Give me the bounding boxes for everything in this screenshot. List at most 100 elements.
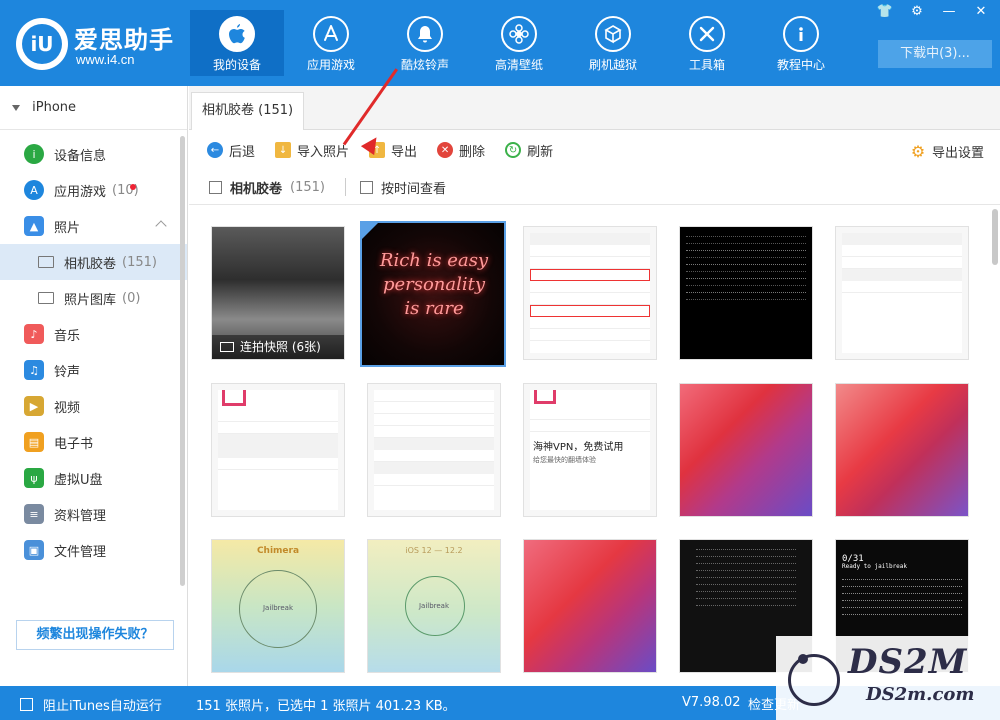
photo-thumb-terminal-log[interactable] (679, 226, 813, 360)
photo-thumb-settings-screenshot[interactable] (523, 226, 657, 360)
photo-thumb-wallpaper-1[interactable] (679, 383, 813, 517)
caret-down-icon (12, 104, 20, 111)
back-button[interactable]: ← 后退 (207, 141, 255, 160)
burst-caption: 连拍快照 (6张) (212, 335, 344, 359)
burst-icon (220, 342, 234, 352)
photo-thumb-wallpaper-2[interactable] (835, 383, 969, 517)
download-button[interactable]: 下载中(3)... (878, 40, 992, 68)
photo-thumb-burst[interactable]: 连拍快照 (6张) (211, 226, 345, 360)
watermark-title: DS2M (848, 642, 968, 682)
selected-check-icon (362, 223, 378, 239)
sidebar-item-file-management[interactable]: ▣ 文件管理 (0, 532, 187, 568)
jailbreak-label-1: Jailbreak (262, 604, 294, 612)
refresh-button[interactable]: ↻ 刷新 (505, 141, 553, 160)
photo-thumb-vpn-ad[interactable]: 海神VPN，免费试用 给您最快的翻墙体验 (523, 383, 657, 517)
chimera-title: Chimera (256, 546, 300, 556)
logo-mark-icon: iU (16, 18, 68, 70)
nav-flash-jailbreak[interactable]: 刷机越狱 (566, 10, 660, 76)
block-itunes-toggle[interactable]: 阻止iTunes自动运行 (20, 695, 162, 714)
photo-thumb-neon[interactable]: Rich is easy personality is rare (360, 221, 506, 367)
chevron-up-icon (155, 220, 167, 232)
usb-icon: ψ (24, 468, 44, 488)
sidebar-item-photos[interactable]: ▲ 照片 (0, 208, 187, 244)
nav-ringtones[interactable]: 酷炫铃声 (378, 10, 472, 76)
settings-icon[interactable]: ⚙ (904, 2, 930, 22)
photo-thumb-package-screenshot[interactable] (211, 383, 345, 517)
book-icon: ▤ (24, 432, 44, 452)
photo-thumb-jailbreak-app[interactable]: iOS 12 — 12.2 Jailbreak (367, 539, 501, 673)
sidebar-item-music[interactable]: ♪ 音乐 (0, 316, 187, 352)
document-icon: ≡ (24, 504, 44, 524)
tab-bar: 相机胶卷 (151) (189, 86, 1000, 130)
import-icon: ↓ (275, 142, 292, 158)
refresh-icon: ↻ (505, 142, 522, 158)
skin-icon[interactable]: 👕 (872, 2, 898, 22)
album-icon (38, 256, 54, 268)
apple-icon (219, 16, 255, 52)
nav-apps-games[interactable]: 应用游戏 (284, 10, 378, 76)
window-controls: 👕 ⚙ — ✕ (872, 2, 994, 22)
help-button[interactable]: 频繁出现操作失败？ (16, 620, 174, 650)
app-name: 爱思助手 (74, 26, 174, 54)
app-header: iU 爱思助手 www.i4.cn 我的设备 应用游戏 酷炫铃声 高清壁纸 刷机… (0, 0, 1000, 86)
sidebar-item-ringtones[interactable]: ♫ 铃声 (0, 352, 187, 388)
neon-text: Rich is easy personality is rare (379, 250, 489, 319)
delete-button[interactable]: ✕ 删除 (437, 141, 485, 160)
sidebar-item-data-management[interactable]: ≡ 资料管理 (0, 496, 187, 532)
photo-thumb-chimera[interactable]: Chimera Jailbreak (211, 539, 345, 673)
photo-thumb-developer-screenshot[interactable] (367, 383, 501, 517)
block-itunes-checkbox[interactable] (20, 698, 33, 711)
sidebar-item-photo-library[interactable]: 照片图库 (0) (0, 280, 187, 316)
by-time-checkbox[interactable] (359, 180, 373, 194)
photo-thumb-cydia-screenshot[interactable] (835, 226, 969, 360)
app-logo: iU 爱思助手 www.i4.cn (14, 14, 184, 74)
nav-wallpapers[interactable]: 高清壁纸 (472, 10, 566, 76)
folder-icon: ▣ (24, 540, 44, 560)
version-label: V7.98.02 (682, 695, 741, 710)
jailbreak-label-2: Jailbreak (418, 602, 450, 610)
nav-my-device[interactable]: 我的设备 (190, 10, 284, 76)
sidebar-item-virtual-usb[interactable]: ψ 虚拟U盘 (0, 460, 187, 496)
export-settings-button[interactable]: ⚙ 导出设置 (909, 142, 984, 161)
package-screen (218, 390, 338, 510)
by-time-label: 按时间查看 (380, 181, 446, 197)
toolbar: ← 后退 ↓ 导入照片 ↑ 导出 ✕ 删除 ↻ 刷新 ⚙ 导出设置 (189, 130, 1000, 170)
watermark-dot (798, 654, 808, 664)
app-store-icon (313, 16, 349, 52)
gear-icon: ⚙ (909, 142, 926, 161)
device-name: iPhone (32, 100, 77, 115)
tab-camera-roll[interactable]: 相机胶卷 (151) (191, 92, 305, 130)
developer-screen (374, 390, 494, 510)
nav-tutorials[interactable]: 教程中心 (754, 10, 848, 76)
watermark-url: DS2m.com (866, 684, 975, 705)
photo-icon: ▲ (24, 216, 44, 236)
flower-icon (501, 16, 537, 52)
app-store-icon: A (24, 180, 44, 200)
close-icon[interactable]: ✕ (968, 2, 994, 22)
sidebar-item-camera-roll[interactable]: 相机胶卷 (151) (0, 244, 187, 280)
sidebar-scrollbar[interactable] (180, 136, 185, 586)
grid-scrollbar[interactable] (992, 209, 998, 265)
notification-dot (130, 184, 136, 190)
sidebar: iPhone i 设备信息 A 应用游戏 (10) ▲ 照片 相机胶卷 (151… (0, 86, 188, 686)
photo-grid-area: 连拍快照 (6张) Rich is easy personality is ra… (189, 204, 1000, 686)
tools-icon (689, 16, 725, 52)
import-photos-button[interactable]: ↓ 导入照片 (275, 141, 349, 160)
select-all-checkbox[interactable] (209, 180, 222, 194)
main-panel: 相机胶卷 (151) ← 后退 ↓ 导入照片 ↑ 导出 ✕ 删除 ↻ 刷新 ⚙ … (189, 86, 1000, 686)
sidebar-item-video[interactable]: ▶ 视频 (0, 388, 187, 424)
sidebar-item-device-info[interactable]: i 设备信息 (0, 136, 187, 172)
device-selector[interactable]: iPhone (0, 86, 187, 130)
vpn-ad-screen: 海神VPN，免费试用 给您最快的翻墙体验 (530, 390, 650, 510)
music-icon: ♪ (24, 324, 44, 344)
vpn-ad-title: 海神VPN，免费试用 (533, 442, 624, 453)
nav-toolbox[interactable]: 工具箱 (660, 10, 754, 76)
photo-thumb-wallpaper-3[interactable] (523, 539, 657, 673)
sidebar-item-ebooks[interactable]: ▤ 电子书 (0, 424, 187, 460)
jb-progress-count: 0/31 (842, 554, 864, 564)
divider (344, 178, 346, 196)
sidebar-item-apps[interactable]: A 应用游戏 (10) (0, 172, 187, 208)
sidebar-menu: i 设备信息 A 应用游戏 (10) ▲ 照片 相机胶卷 (151) 照片图库 … (0, 130, 187, 586)
watermark: DS2M DS2m.com (776, 636, 1000, 720)
minimize-icon[interactable]: — (936, 2, 962, 22)
